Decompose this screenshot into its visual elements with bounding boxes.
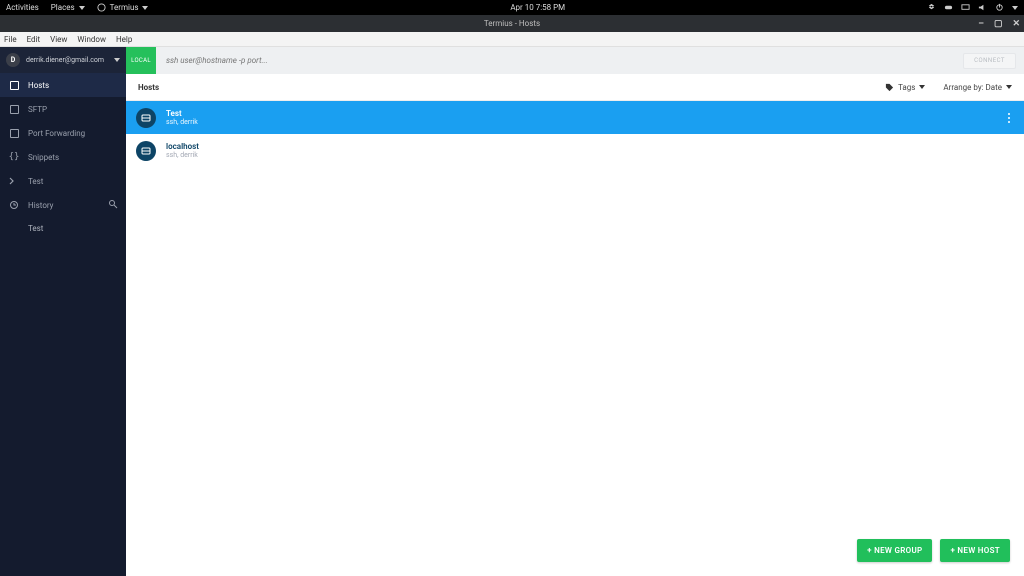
menu-view[interactable]: View	[50, 35, 67, 44]
arrange-by[interactable]: Arrange by: Date	[943, 83, 1012, 92]
history-item[interactable]: Test	[0, 217, 126, 239]
menu-help[interactable]: Help	[116, 35, 132, 44]
host-row[interactable]: localhost ssh, derrik	[126, 134, 1024, 167]
gnome-clock[interactable]: Apr 10 7:58 PM	[148, 3, 927, 12]
hosts-icon	[8, 81, 20, 90]
account-switcher[interactable]: D derrik.diener@gmail.com	[0, 47, 126, 73]
host-row[interactable]: Test ssh, derrik	[126, 101, 1024, 134]
quick-connect-input[interactable]	[156, 47, 963, 74]
hosts-heading: Hosts	[138, 83, 159, 92]
sidebar-item-history[interactable]: History	[0, 193, 126, 217]
power-icon[interactable]	[995, 3, 1004, 12]
sidebar-item-label: Test	[28, 177, 43, 186]
screen-icon[interactable]	[961, 3, 970, 12]
gnome-top-bar: Activities Places Termius Apr 10 7:58 PM	[0, 0, 1024, 15]
local-chip[interactable]: LOCAL	[126, 47, 156, 74]
sidebar-item-port-forwarding[interactable]: Port Forwarding	[0, 121, 126, 145]
host-icon	[136, 141, 156, 161]
gnome-places[interactable]: Places	[51, 3, 85, 12]
menu-window[interactable]: Window	[77, 35, 106, 44]
sidebar-item-label: Snippets	[28, 153, 59, 162]
host-more-button[interactable]	[1004, 109, 1014, 127]
chevron-down-icon	[1012, 6, 1018, 10]
sidebar: D derrik.diener@gmail.com Hosts SFTP Por…	[0, 47, 126, 576]
search-icon[interactable]	[108, 199, 118, 211]
tag-icon	[885, 83, 894, 92]
chevron-down-icon	[79, 6, 85, 10]
new-host-button[interactable]: + NEW HOST	[940, 539, 1010, 562]
window-minimize-button[interactable]: –	[978, 19, 984, 29]
gnome-status-area[interactable]	[927, 3, 1018, 12]
host-subtitle: ssh, derrik	[166, 118, 198, 126]
menu-edit[interactable]: Edit	[27, 35, 41, 44]
main-content: LOCAL CONNECT Hosts Tags Arrange by: Dat…	[126, 47, 1024, 576]
sidebar-item-label: Port Forwarding	[28, 129, 85, 138]
avatar: D	[6, 53, 20, 67]
host-icon	[136, 108, 156, 128]
sidebar-item-label: Hosts	[28, 81, 49, 90]
menu-file[interactable]: File	[4, 35, 17, 44]
snippets-icon: {}	[8, 152, 20, 162]
chevron-down-icon	[919, 85, 925, 89]
window-title-bar: Termius - Hosts – ▢ ✕	[0, 15, 1024, 32]
sidebar-item-snippets[interactable]: {} Snippets	[0, 145, 126, 169]
history-icon	[8, 200, 20, 210]
controller-icon[interactable]	[944, 3, 953, 12]
window-title: Termius - Hosts	[0, 19, 1024, 28]
fab-area: + NEW GROUP + NEW HOST	[857, 539, 1010, 562]
chevron-down-icon	[1006, 85, 1012, 89]
chevron-down-icon	[114, 58, 120, 62]
gnome-activities[interactable]: Activities	[6, 3, 39, 12]
host-name: localhost	[166, 142, 199, 151]
window-close-button[interactable]: ✕	[1012, 19, 1020, 29]
terminal-icon	[8, 176, 20, 186]
termius-app-icon	[97, 3, 106, 12]
sidebar-item-hosts[interactable]: Hosts	[0, 73, 126, 97]
new-group-button[interactable]: + NEW GROUP	[857, 539, 932, 562]
dropbox-icon[interactable]	[927, 3, 936, 12]
tags-filter[interactable]: Tags	[885, 83, 925, 92]
arrange-label: Arrange by: Date	[943, 83, 1002, 92]
sidebar-item-label: History	[28, 201, 53, 210]
sftp-icon	[8, 105, 20, 114]
sidebar-item-label: SFTP	[28, 105, 47, 114]
sidebar-item-terminal-test[interactable]: Test	[0, 169, 126, 193]
host-subtitle: ssh, derrik	[166, 151, 199, 159]
connect-button[interactable]: CONNECT	[963, 53, 1016, 69]
tags-label: Tags	[898, 83, 915, 92]
window-maximize-button[interactable]: ▢	[994, 19, 1003, 29]
port-forwarding-icon	[8, 129, 20, 138]
sidebar-item-sftp[interactable]: SFTP	[0, 97, 126, 121]
quick-connect-bar: LOCAL CONNECT	[126, 47, 1024, 74]
hosts-list-header: Hosts Tags Arrange by: Date	[126, 74, 1024, 101]
gnome-app-menu[interactable]: Termius	[97, 3, 149, 12]
account-email: derrik.diener@gmail.com	[26, 56, 108, 64]
app-menu-bar: File Edit View Window Help	[0, 32, 1024, 47]
volume-icon[interactable]	[978, 3, 987, 12]
host-name: Test	[166, 109, 198, 118]
